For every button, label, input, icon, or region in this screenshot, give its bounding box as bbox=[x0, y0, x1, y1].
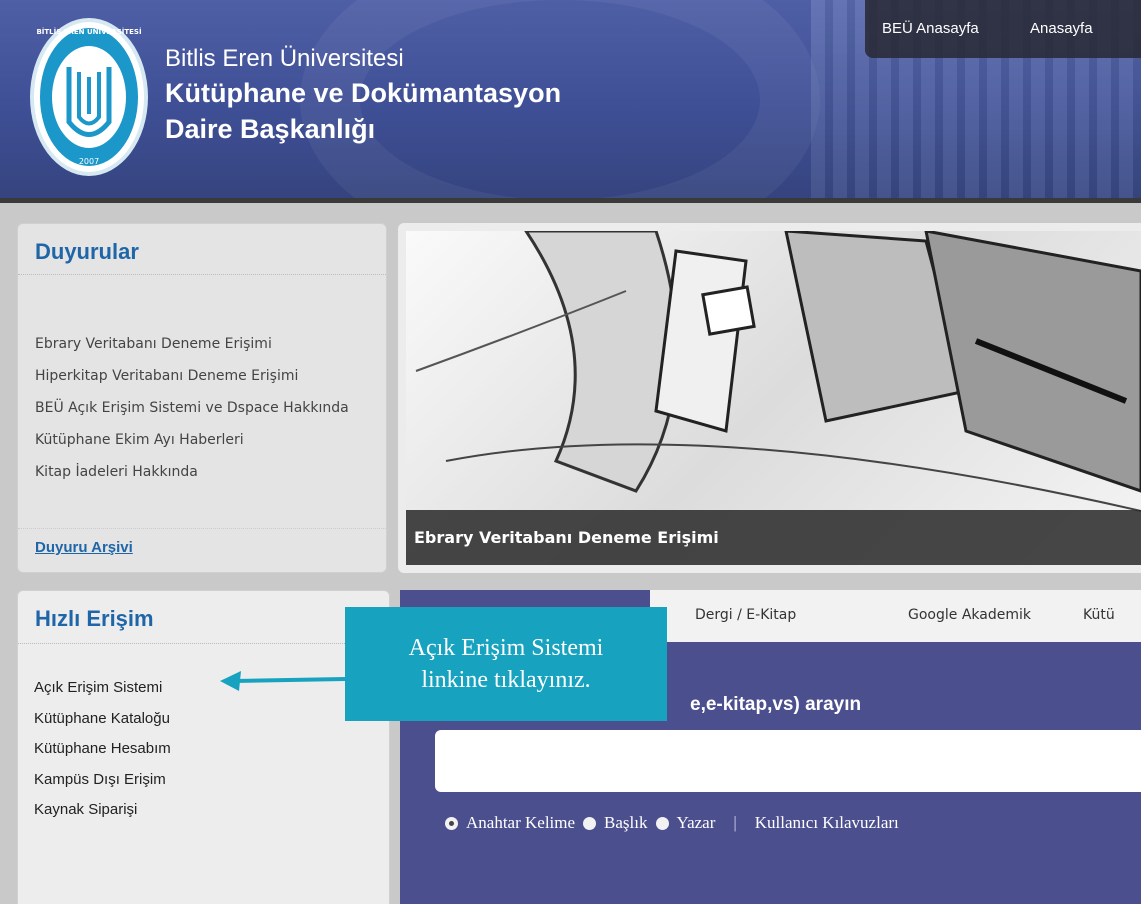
image-slider[interactable]: Ebrary Veritabanı Deneme Erişimi bbox=[398, 223, 1141, 573]
search-input[interactable] bbox=[435, 730, 1141, 792]
announcement-item[interactable]: Ebrary Veritabanı Deneme Erişimi bbox=[35, 334, 375, 354]
quick-access-title: Hızlı Erişim bbox=[35, 606, 154, 631]
option-label: Yazar bbox=[676, 813, 716, 832]
user-guides-link[interactable]: Kullanıcı Kılavuzları bbox=[755, 813, 899, 833]
tab-journal-ebook[interactable]: Dergi / E-Kitap bbox=[695, 607, 796, 623]
quick-link-off-campus-access[interactable]: Kampüs Dışı Erişim bbox=[34, 765, 171, 796]
tab-library[interactable]: Kütü bbox=[1083, 607, 1115, 623]
radio-keyword[interactable] bbox=[445, 816, 458, 830]
instruction-callout: Açık Erişim Sistemi linkine tıklayınız. bbox=[345, 607, 667, 721]
option-label: Anahtar Kelime bbox=[466, 813, 576, 832]
divider bbox=[18, 643, 389, 644]
quick-link-open-access[interactable]: Açık Erişim Sistemi bbox=[34, 673, 171, 704]
arrow-icon bbox=[220, 671, 346, 691]
callout-line1: Açık Erişim Sistemi bbox=[408, 635, 604, 661]
quick-access-panel: Hızlı Erişim Açık Erişim Sistemi Kütüpha… bbox=[17, 590, 390, 904]
quick-link-catalog[interactable]: Kütüphane Kataloğu bbox=[34, 704, 171, 735]
site-header: BİTLİS EREN ÜNİVERSİTESİ 2007 Bitlis Ere… bbox=[0, 0, 1141, 203]
quick-link-my-account[interactable]: Kütüphane Hesabım bbox=[34, 734, 171, 765]
option-label: Başlık bbox=[604, 813, 648, 832]
tab-google-scholar[interactable]: Google Akademik bbox=[908, 607, 1031, 623]
announcement-archive-link[interactable]: Duyuru Arşivi bbox=[35, 539, 133, 556]
announcement-item[interactable]: Kütüphane Ekim Ayı Haberleri bbox=[35, 430, 375, 450]
radio-author[interactable] bbox=[655, 816, 669, 830]
announcement-item[interactable]: Kitap İadeleri Hakkında bbox=[35, 462, 375, 482]
announcement-item[interactable]: Hiperkitap Veritabanı Deneme Erişimi bbox=[35, 366, 375, 386]
search-label: e,e-kitap,vs) arayın bbox=[690, 694, 862, 715]
callout-line2: linkine tıklayınız. bbox=[421, 667, 591, 693]
department-title-line2: Daire Başkanlığı bbox=[165, 114, 376, 144]
logo-text: BİTLİS EREN ÜNİVERSİTESİ bbox=[36, 28, 142, 36]
nav-home-link[interactable]: Anasayfa bbox=[1030, 20, 1093, 37]
announcement-list: Ebrary Veritabanı Deneme Erişimi Hiperki… bbox=[35, 334, 375, 494]
announcements-title: Duyurular bbox=[35, 239, 139, 264]
divider bbox=[18, 528, 386, 529]
slide-caption[interactable]: Ebrary Veritabanı Deneme Erişimi bbox=[406, 510, 1141, 565]
radio-title[interactable] bbox=[583, 816, 597, 830]
university-logo[interactable]: BİTLİS EREN ÜNİVERSİTESİ 2007 bbox=[30, 18, 148, 176]
divider bbox=[18, 274, 386, 275]
department-title-line1: Kütüphane ve Dokümantasyon bbox=[165, 78, 562, 108]
separator: | bbox=[733, 813, 737, 832]
quick-access-list: Açık Erişim Sistemi Kütüphane Kataloğu K… bbox=[34, 673, 171, 826]
search-options: Anahtar Kelime Başlık Yazar | Kullanıcı … bbox=[445, 813, 899, 833]
logo-year: 2007 bbox=[78, 157, 100, 166]
nav-beu-home-link[interactable]: BEÜ Anasayfa bbox=[882, 20, 979, 37]
university-name: Bitlis Eren Üniversitesi bbox=[165, 45, 404, 72]
announcements-panel: Duyurular Ebrary Veritabanı Deneme Erişi… bbox=[17, 223, 387, 573]
top-navigation: BEÜ Anasayfa Anasayfa bbox=[865, 0, 1141, 58]
announcement-item[interactable]: BEÜ Açık Erişim Sistemi ve Dspace Hakkın… bbox=[35, 398, 375, 418]
logo-emblem-icon bbox=[66, 67, 112, 137]
quick-link-resource-request[interactable]: Kaynak Siparişi bbox=[34, 795, 171, 826]
